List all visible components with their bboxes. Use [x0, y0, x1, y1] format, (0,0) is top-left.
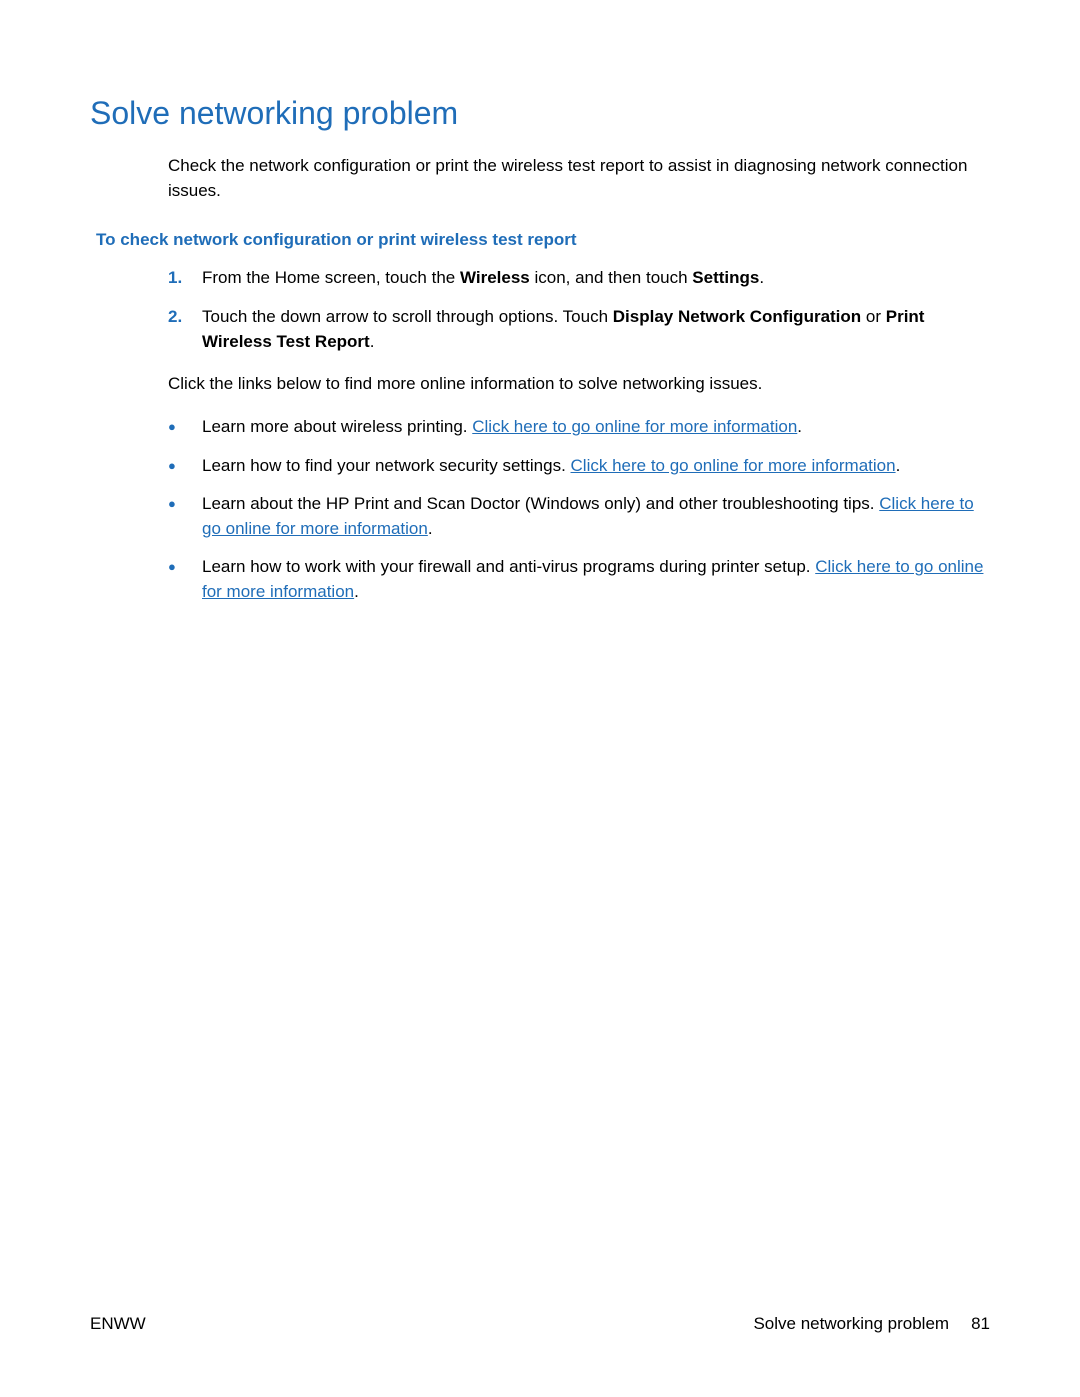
text: . [759, 268, 764, 287]
text: . [428, 519, 433, 538]
text: . [354, 582, 359, 601]
list-body: Learn how to work with your firewall and… [202, 555, 990, 604]
list-item: ● Learn about the HP Print and Scan Doct… [168, 492, 990, 541]
footer-left: ENWW [90, 1312, 146, 1337]
list-body: Learn more about wireless printing. Clic… [202, 415, 990, 440]
list-item: ● Learn how to work with your firewall a… [168, 555, 990, 604]
footer-section-label: Solve networking problem [753, 1312, 949, 1337]
list-item: ● Learn more about wireless printing. Cl… [168, 415, 990, 440]
bold-text: Display Network Configuration [613, 307, 861, 326]
intro-paragraph: Check the network configuration or print… [168, 154, 990, 203]
bullet-icon: ● [168, 555, 202, 604]
link-network-security[interactable]: Click here to go online for more informa… [571, 456, 896, 475]
text: Learn about the HP Print and Scan Doctor… [202, 494, 879, 513]
footer-right: Solve networking problem 81 [753, 1312, 990, 1337]
text: Learn how to find your network security … [202, 456, 571, 475]
text: icon, and then touch [530, 268, 693, 287]
link-learn-more-wireless[interactable]: Click here to go online for more informa… [472, 417, 797, 436]
text: Touch the down arrow to scroll through o… [202, 307, 613, 326]
step-number: 1. [168, 266, 202, 291]
page-title: Solve networking problem [90, 90, 990, 136]
step-body: From the Home screen, touch the Wireless… [202, 266, 990, 291]
bullet-icon: ● [168, 415, 202, 440]
page-footer: ENWW Solve networking problem 81 [90, 1312, 990, 1337]
bullet-icon: ● [168, 492, 202, 541]
list-item: ● Learn how to find your network securit… [168, 454, 990, 479]
footer-page-number: 81 [971, 1312, 990, 1337]
text: From the Home screen, touch the [202, 268, 460, 287]
bullet-list: ● Learn more about wireless printing. Cl… [168, 415, 990, 605]
transition-paragraph: Click the links below to find more onlin… [168, 372, 990, 397]
list-body: Learn how to find your network security … [202, 454, 990, 479]
bullet-icon: ● [168, 454, 202, 479]
step-body: Touch the down arrow to scroll through o… [202, 305, 990, 354]
bold-text: Settings [692, 268, 759, 287]
text: Learn more about wireless printing. [202, 417, 472, 436]
step-item: 1. From the Home screen, touch the Wirel… [168, 266, 990, 291]
text: or [861, 307, 886, 326]
list-body: Learn about the HP Print and Scan Doctor… [202, 492, 990, 541]
section-subhead: To check network configuration or print … [96, 228, 990, 253]
text: . [370, 332, 375, 351]
numbered-steps: 1. From the Home screen, touch the Wirel… [168, 266, 990, 354]
bold-text: Wireless [460, 268, 530, 287]
step-item: 2. Touch the down arrow to scroll throug… [168, 305, 990, 354]
text: Learn how to work with your firewall and… [202, 557, 815, 576]
text: . [896, 456, 901, 475]
text: . [797, 417, 802, 436]
step-number: 2. [168, 305, 202, 354]
